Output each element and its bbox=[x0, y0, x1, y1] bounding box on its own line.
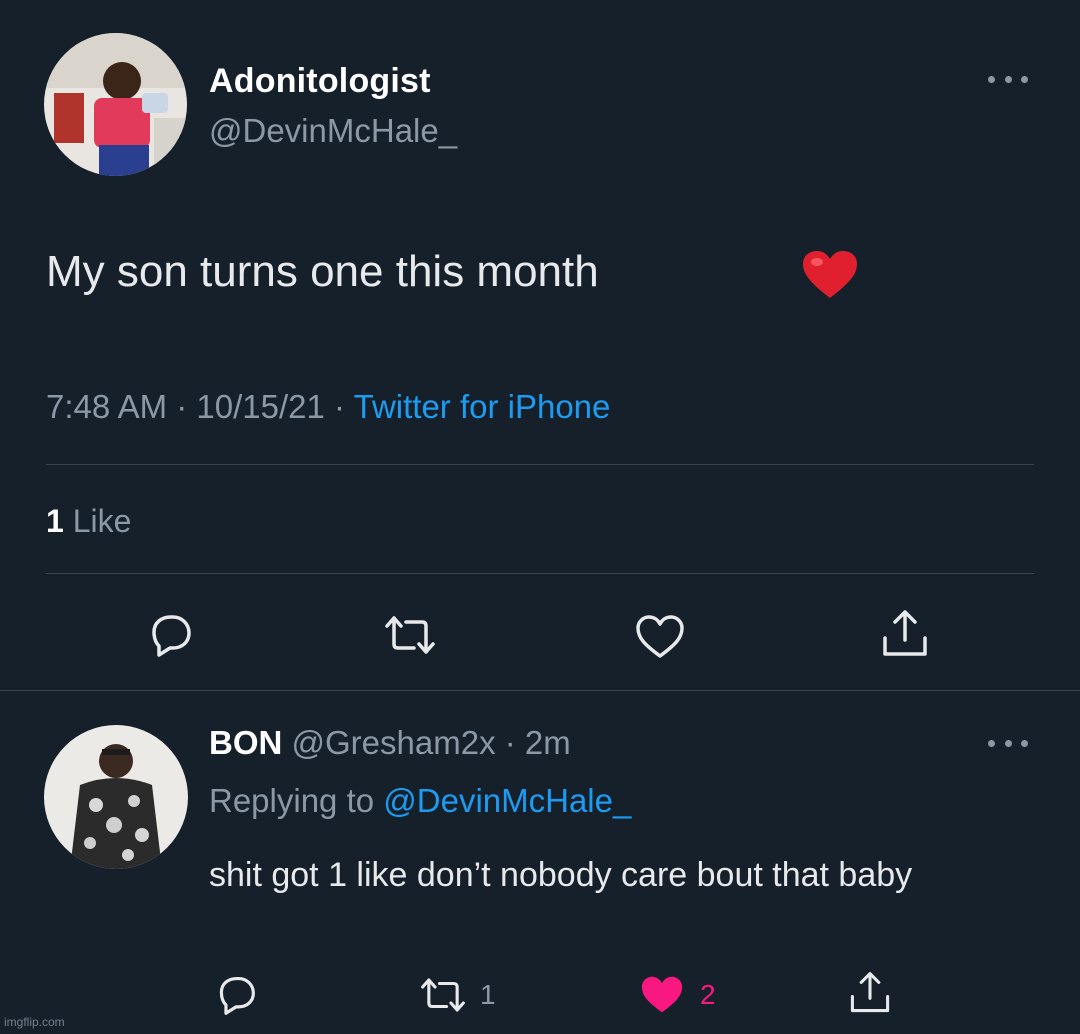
replying-mention[interactable]: @DevinMcHale_ bbox=[383, 782, 631, 819]
reply-retweet-button[interactable]: 1 bbox=[420, 976, 496, 1014]
reply-icon bbox=[152, 615, 191, 657]
replying-prefix: Replying to bbox=[209, 782, 384, 819]
reply-handle[interactable]: @Gresham2x bbox=[292, 724, 496, 761]
retweet-button[interactable] bbox=[384, 614, 436, 656]
likes-summary[interactable]: 1 Like bbox=[46, 503, 131, 540]
retweet-count: 1 bbox=[480, 979, 496, 1010]
reply-reply-button[interactable] bbox=[214, 974, 258, 1016]
reply-button[interactable] bbox=[146, 612, 194, 658]
share-icon bbox=[883, 610, 927, 656]
tweet-source[interactable]: Twitter for iPhone bbox=[354, 388, 611, 425]
reply-header: BON @Gresham2x · 2m bbox=[209, 724, 571, 762]
reply-share-button[interactable] bbox=[848, 970, 892, 1016]
tweet-date[interactable]: 10/15/21 bbox=[196, 388, 324, 425]
tweet-meta: 7:48 AM · 10/15/21 · Twitter for iPhone bbox=[46, 388, 610, 426]
author-display-name[interactable]: Adonitologist bbox=[209, 62, 431, 101]
reply-separator: · bbox=[495, 724, 525, 761]
like-button[interactable] bbox=[634, 614, 686, 660]
tweet-time[interactable]: 7:48 AM bbox=[46, 388, 167, 425]
tweet-text: My son turns one this month bbox=[46, 247, 599, 296]
share-button[interactable] bbox=[880, 608, 930, 660]
author-avatar[interactable] bbox=[44, 33, 187, 176]
likes-count: 1 bbox=[46, 503, 64, 539]
divider bbox=[46, 573, 1034, 574]
replying-to: Replying to @DevinMcHale_ bbox=[209, 782, 631, 820]
divider bbox=[0, 690, 1080, 691]
like-count: 2 bbox=[700, 979, 716, 1010]
divider bbox=[46, 464, 1034, 465]
share-icon bbox=[850, 972, 890, 1013]
liked-heart-icon bbox=[641, 976, 683, 1013]
meta-separator: · bbox=[324, 388, 354, 425]
more-options-icon[interactable] bbox=[988, 736, 1028, 750]
reply-display-name[interactable]: BON bbox=[209, 724, 282, 761]
more-options-icon[interactable] bbox=[988, 72, 1028, 86]
retweet-icon bbox=[421, 978, 465, 1012]
author-handle[interactable]: @DevinMcHale_ bbox=[209, 112, 457, 150]
meta-separator: · bbox=[167, 388, 197, 425]
red-heart-icon bbox=[802, 250, 858, 300]
watermark: imgflip.com bbox=[4, 1015, 65, 1029]
reply-text: shit got 1 like don’t nobody care bout t… bbox=[209, 856, 913, 894]
tweet-thread: Adonitologist @DevinMcHale_ My son turns… bbox=[0, 0, 1080, 1034]
reply-timestamp[interactable]: 2m bbox=[525, 724, 571, 761]
reply-like-button[interactable]: 2 bbox=[638, 974, 716, 1016]
retweet-icon bbox=[385, 616, 435, 654]
reply-icon bbox=[219, 976, 255, 1015]
like-icon bbox=[636, 615, 684, 658]
reply-author-avatar[interactable] bbox=[44, 725, 188, 869]
likes-label: Like bbox=[63, 503, 132, 539]
